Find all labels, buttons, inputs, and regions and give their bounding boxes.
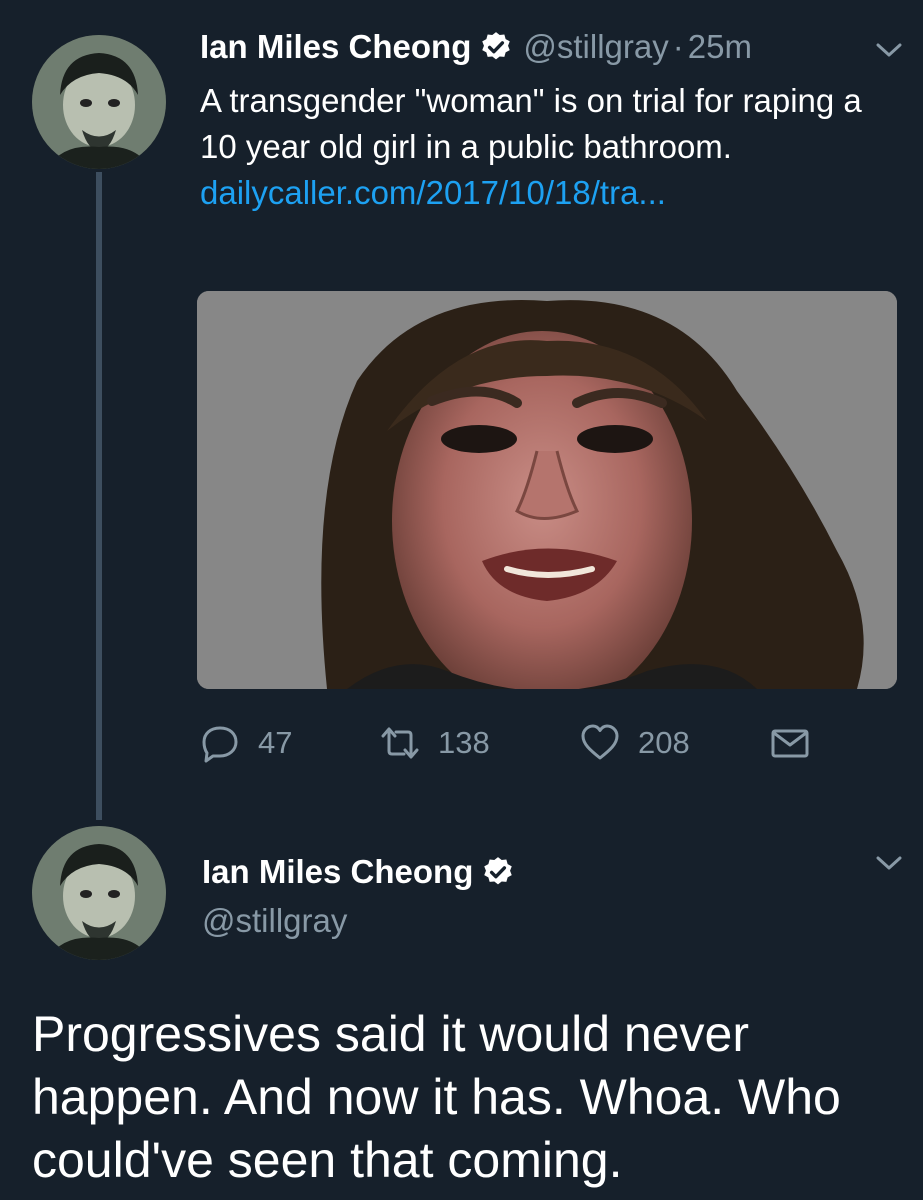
chevron-down-icon[interactable] [874, 853, 904, 873]
share-via-dm-button[interactable] [770, 718, 828, 768]
chevron-down-icon[interactable] [874, 40, 904, 60]
author-handle[interactable]: @stillgray [523, 28, 668, 66]
tweet-text: A transgender "woman" is on trial for ra… [200, 82, 862, 165]
like-count: 208 [638, 725, 690, 760]
avatar[interactable] [32, 35, 166, 169]
tweet-actions: 47 138 208 [200, 718, 840, 768]
retweet-count: 138 [438, 725, 490, 760]
retweet-button[interactable]: 138 [380, 718, 490, 768]
tweet-text: Progressives said it would never happen.… [32, 1006, 841, 1188]
tweet-body: A transgender "woman" is on trial for ra… [200, 78, 900, 216]
verified-badge-icon [479, 30, 513, 64]
author-name[interactable]: Ian Miles Cheong [202, 853, 473, 891]
reply-button[interactable]: 47 [200, 718, 292, 768]
thread-connector-line [96, 172, 102, 820]
article-link[interactable]: dailycaller.com/2017/10/18/tra... [200, 174, 666, 211]
reply-count: 47 [258, 725, 293, 760]
timestamp[interactable]: 25m [688, 28, 752, 66]
author-handle[interactable]: @stillgray [202, 902, 347, 940]
tweet-header: Ian Miles Cheong @stillgray · 25m [200, 22, 843, 72]
envelope-icon [771, 729, 809, 758]
separator-dot: · [672, 28, 684, 65]
heart-icon [581, 724, 619, 760]
tweet-photo[interactable] [197, 291, 897, 689]
retweet-icon [381, 727, 419, 759]
like-button[interactable]: 208 [580, 718, 690, 768]
reply-icon [202, 726, 238, 763]
tweet-header: Ian Miles Cheong [202, 850, 525, 894]
author-name[interactable]: Ian Miles Cheong [200, 28, 471, 66]
avatar[interactable] [32, 826, 166, 960]
verified-badge-icon [481, 855, 515, 889]
